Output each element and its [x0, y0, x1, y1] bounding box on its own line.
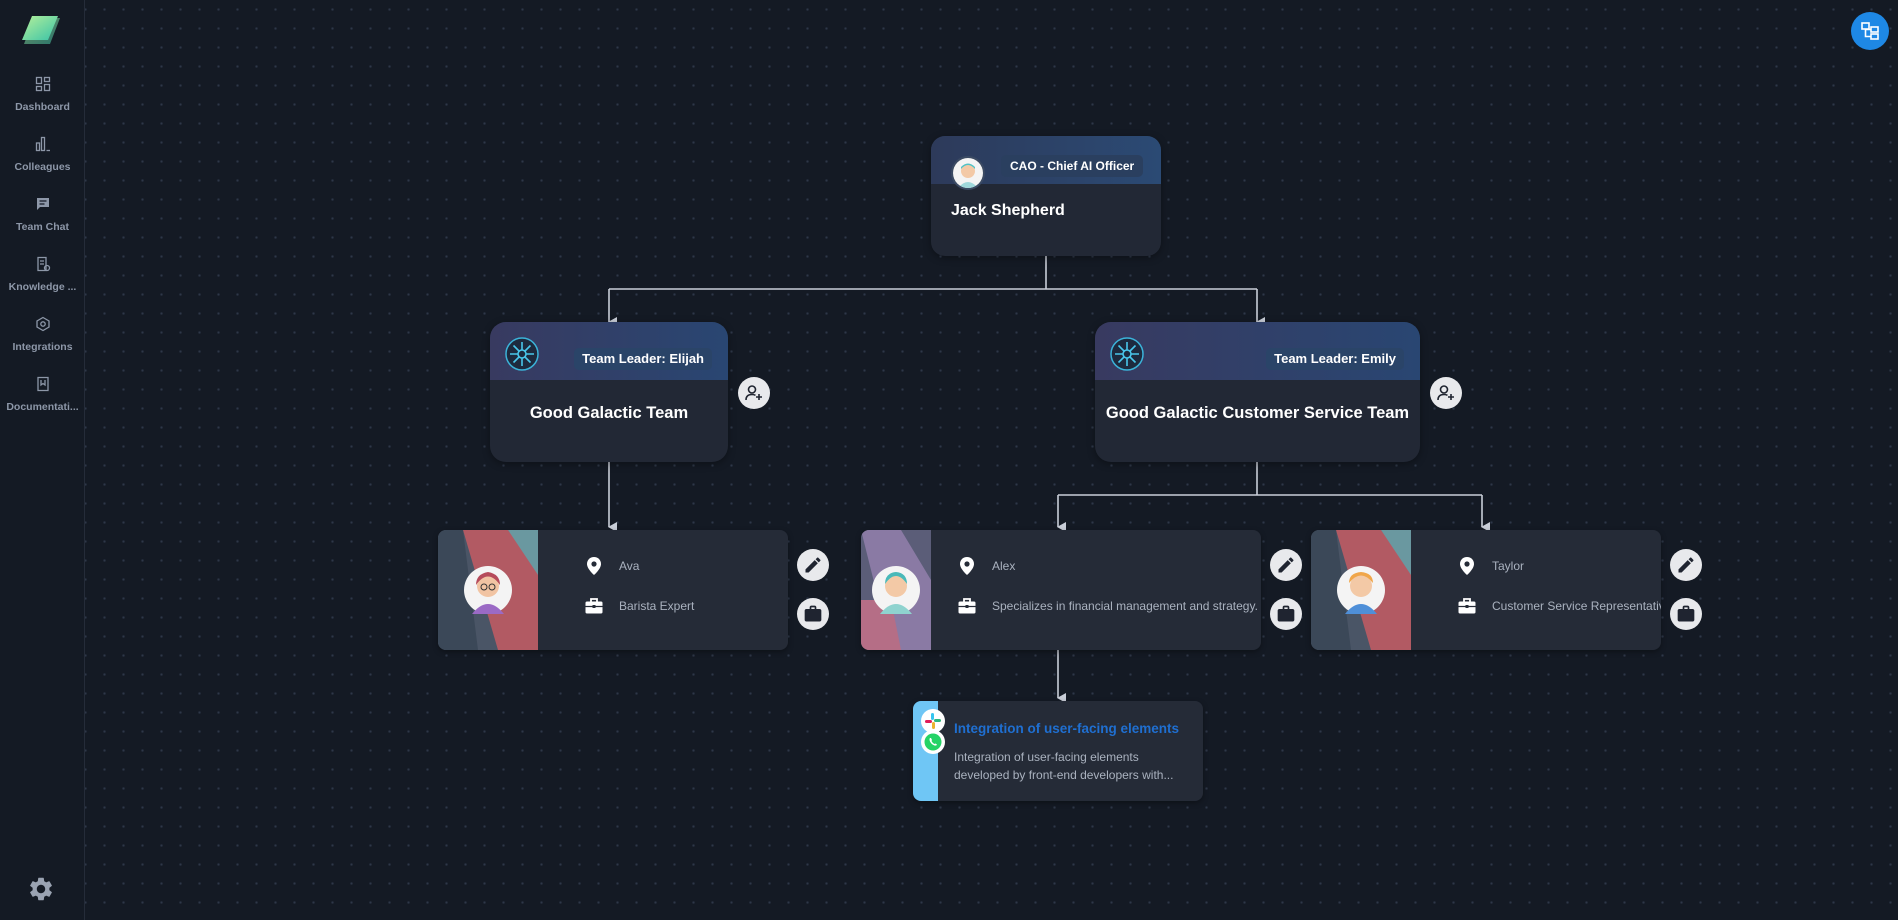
- member-role: Specializes in financial management and …: [992, 599, 1258, 613]
- settings-button[interactable]: [27, 875, 55, 903]
- cao-card[interactable]: CAO - Chief AI Officer Jack Shepherd: [931, 136, 1161, 256]
- briefcase-icon: [804, 605, 822, 622]
- sidebar-item-label: Dashboard: [15, 101, 70, 113]
- integration-title-link[interactable]: Integration of user-facing elements: [954, 721, 1179, 736]
- sidebar-item-team-chat[interactable]: Team Chat: [0, 190, 85, 246]
- edit-member-button[interactable]: [1270, 549, 1302, 581]
- role-badge: CAO - Chief AI Officer: [1001, 155, 1144, 177]
- sidebar-item-label: Integrations: [12, 341, 73, 353]
- member-name: Ava: [619, 559, 640, 573]
- assign-job-button[interactable]: [1270, 598, 1302, 630]
- member-name-row: Alex: [957, 556, 1015, 576]
- briefcase-icon: [1458, 598, 1476, 614]
- pencil-icon: [1678, 557, 1694, 573]
- assign-job-button[interactable]: [1670, 598, 1702, 630]
- team-card-good-galactic[interactable]: Team Leader: Elijah Good Galactic Team: [490, 322, 728, 462]
- member-role: Barista Expert: [619, 599, 695, 613]
- cao-avatar: [951, 156, 985, 190]
- edit-member-button[interactable]: [1670, 549, 1702, 581]
- sidebar-item-label: Team Chat: [16, 221, 69, 233]
- team-leader-badge: Team Leader: Emily: [1266, 348, 1404, 370]
- documentation-icon: [36, 376, 49, 392]
- sidebar-item-dashboard[interactable]: Dashboard: [0, 70, 85, 126]
- pencil-icon: [1278, 557, 1294, 573]
- bar-chart-icon: [35, 136, 50, 152]
- team-emblem-icon: [505, 337, 539, 371]
- org-layout-toggle-button[interactable]: [1851, 12, 1889, 50]
- member-avatar: [438, 530, 538, 650]
- whatsapp-icon: [921, 730, 945, 754]
- location-pin-icon: [960, 557, 974, 575]
- cao-name: Jack Shepherd: [951, 202, 1065, 219]
- member-role: Customer Service Representative: [1492, 599, 1661, 613]
- sidebar: Dashboard Colleagues Team Chat Knowledge…: [0, 0, 85, 920]
- dashboard-icon: [35, 76, 50, 92]
- member-avatar: [1311, 530, 1411, 650]
- add-member-button[interactable]: [1430, 377, 1462, 409]
- briefcase-icon: [1677, 605, 1695, 622]
- member-name-row: Ava: [584, 556, 639, 576]
- add-person-icon: [745, 385, 762, 401]
- add-person-icon: [1437, 385, 1454, 401]
- sidebar-item-label: Colleagues: [14, 161, 71, 173]
- app-logo[interactable]: [20, 14, 64, 50]
- member-role-row: Specializes in financial management and …: [957, 596, 1258, 616]
- briefcase-icon: [1277, 605, 1295, 622]
- member-card-ava[interactable]: Ava Barista Expert: [438, 530, 788, 650]
- member-card-alex[interactable]: Alex Specializes in financial management…: [861, 530, 1261, 650]
- integration-card[interactable]: Integration of user-facing elements Inte…: [913, 701, 1203, 801]
- sidebar-item-colleagues[interactable]: Colleagues: [0, 130, 85, 186]
- member-role-row: Customer Service Representative: [1457, 596, 1661, 616]
- add-member-button[interactable]: [738, 377, 770, 409]
- member-name: Taylor: [1492, 559, 1525, 573]
- team-name: Good Galactic Team: [529, 404, 689, 422]
- location-pin-icon: [1460, 557, 1474, 575]
- member-role-row: Barista Expert: [584, 596, 694, 616]
- edit-member-button[interactable]: [797, 549, 829, 581]
- member-card-taylor[interactable]: Taylor Customer Service Representative: [1311, 530, 1661, 650]
- briefcase-icon: [585, 598, 603, 614]
- location-pin-icon: [587, 557, 601, 575]
- gear-icon: [30, 877, 52, 901]
- sidebar-item-knowledge[interactable]: Knowledge ...: [0, 250, 85, 306]
- briefcase-icon: [958, 598, 976, 614]
- sidebar-item-label: Knowledge ...: [8, 281, 77, 293]
- assign-job-button[interactable]: [797, 598, 829, 630]
- member-name-row: Taylor: [1457, 556, 1524, 576]
- member-avatar: [861, 530, 931, 650]
- team-name: Good Galactic Customer Service Team: [1105, 404, 1410, 422]
- chat-icon: [36, 198, 49, 210]
- sidebar-item-integrations[interactable]: Integrations: [0, 310, 85, 366]
- org-chart-icon: [1861, 22, 1879, 40]
- sidebar-item-label: Documentati...: [6, 401, 79, 413]
- team-card-customer-service[interactable]: Team Leader: Emily Good Galactic Custome…: [1095, 322, 1420, 462]
- integration-description: Integration of user-facing elements deve…: [954, 750, 1174, 782]
- pencil-icon: [805, 557, 821, 573]
- integrations-icon: [35, 316, 50, 332]
- team-emblem-icon: [1110, 337, 1144, 371]
- member-name: Alex: [992, 559, 1016, 573]
- knowledge-icon: [36, 256, 50, 272]
- sidebar-item-documentation[interactable]: Documentati...: [0, 370, 85, 426]
- team-leader-badge: Team Leader: Elijah: [574, 348, 712, 370]
